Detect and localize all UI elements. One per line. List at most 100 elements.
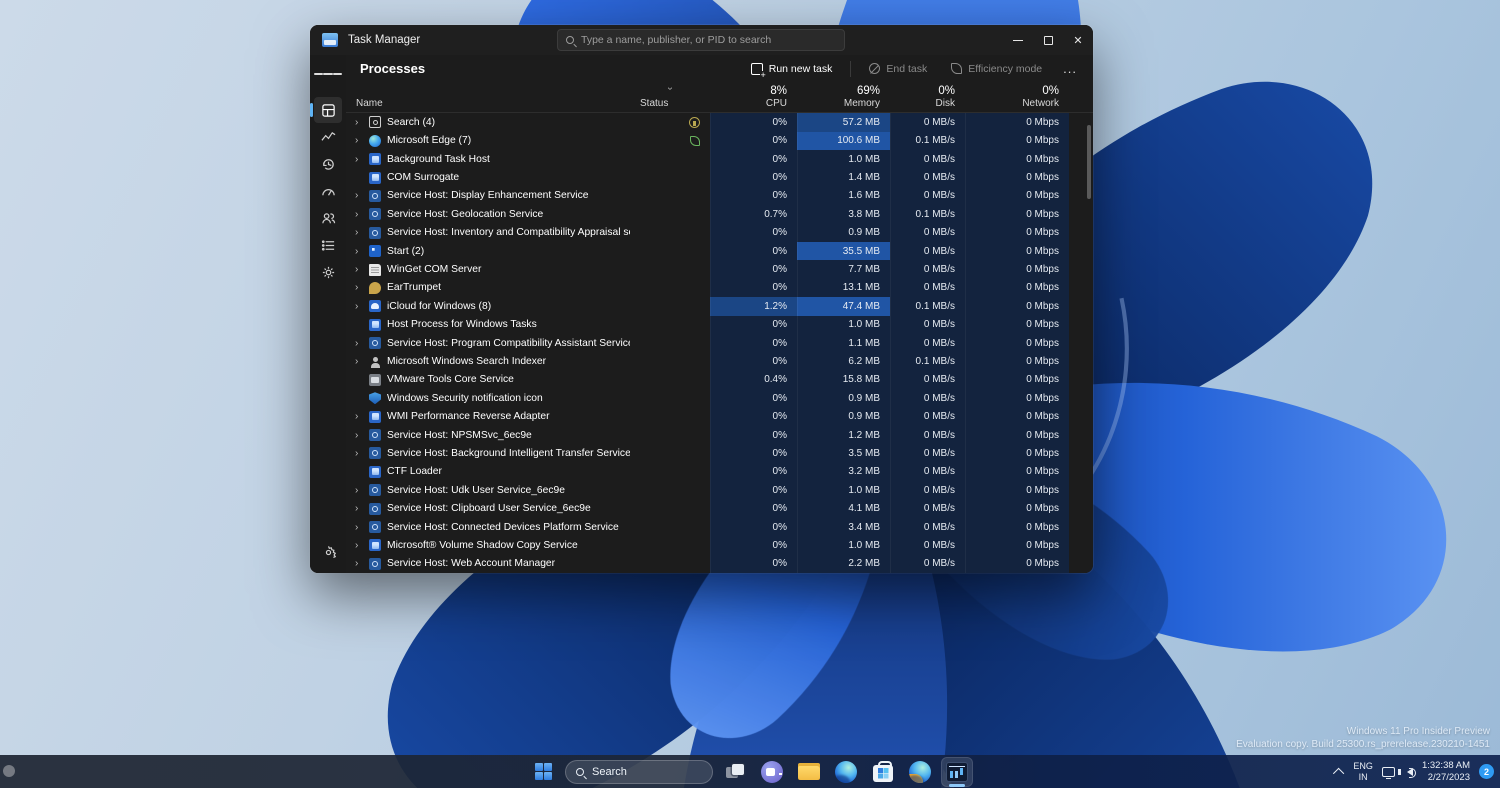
table-row[interactable]: › Service Host: NPSMSvc_6ec9e 0% 1.2 MB …: [346, 426, 1093, 444]
network-cell: 0 Mbps: [965, 224, 1069, 242]
column-header-name[interactable]: Name: [346, 82, 630, 112]
table-row[interactable]: › CTF Loader 0% 3.2 MB 0 MB/s 0 Mbps: [346, 463, 1093, 481]
expand-chevron-icon[interactable]: ›: [355, 485, 363, 496]
network-icon[interactable]: [1382, 767, 1395, 777]
column-header-memory[interactable]: 69% Memory: [797, 82, 890, 112]
table-row[interactable]: › WMI Performance Reverse Adapter 0% 0.9…: [346, 407, 1093, 425]
edge-canary-button[interactable]: [905, 758, 935, 786]
column-header-status[interactable]: › Status: [630, 82, 710, 112]
task-view-button[interactable]: [720, 758, 750, 786]
more-options-button[interactable]: ...: [1057, 61, 1083, 76]
chat-button[interactable]: [757, 758, 787, 786]
table-row[interactable]: › Microsoft Windows Search Indexer 0% 6.…: [346, 352, 1093, 370]
table-row[interactable]: › EarTrumpet 0% 13.1 MB 0 MB/s 0 Mbps: [346, 279, 1093, 297]
table-row[interactable]: › COM Surrogate 0% 1.4 MB 0 MB/s 0 Mbps: [346, 168, 1093, 186]
chevron-down-icon[interactable]: ›: [665, 87, 676, 90]
table-row[interactable]: › iCloud for Windows (8) 1.2% 47.4 MB 0.…: [346, 297, 1093, 315]
expand-chevron-icon[interactable]: ›: [355, 503, 363, 514]
expand-chevron-icon[interactable]: ›: [355, 154, 363, 165]
status-cell: [630, 426, 710, 444]
expand-chevron-icon[interactable]: ›: [355, 448, 363, 459]
status-cell: [630, 260, 710, 278]
table-row[interactable]: › Service Host: Clipboard User Service_6…: [346, 499, 1093, 517]
menu-icon[interactable]: [314, 61, 342, 87]
table-row[interactable]: › Background Task Host 0% 1.0 MB 0 MB/s …: [346, 150, 1093, 168]
sidebar-item-settings[interactable]: [314, 539, 342, 565]
process-name: WMI Performance Reverse Adapter: [387, 411, 550, 422]
table-row[interactable]: › Service Host: Background Intelligent T…: [346, 444, 1093, 462]
expand-chevron-icon[interactable]: ›: [355, 282, 363, 293]
widgets-icon[interactable]: [3, 765, 15, 777]
expand-chevron-icon[interactable]: ›: [355, 411, 363, 422]
table-row[interactable]: › WinGet COM Server 0% 7.7 MB 0 MB/s 0 M…: [346, 260, 1093, 278]
expand-chevron-icon[interactable]: ›: [355, 209, 363, 220]
sidebar-item-app-history[interactable]: [314, 151, 342, 177]
memory-cell: 57.2 MB: [797, 113, 890, 131]
table-row[interactable]: › Service Host: Geolocation Service 0.7%…: [346, 205, 1093, 223]
process-name: Windows Security notification icon: [387, 393, 543, 404]
minimize-button[interactable]: [1003, 25, 1033, 55]
taskbar-search[interactable]: Search: [565, 760, 713, 784]
titlebar[interactable]: Task Manager ✕: [310, 25, 1093, 55]
expand-chevron-icon[interactable]: ›: [355, 338, 363, 349]
notification-badge[interactable]: 2: [1479, 764, 1494, 779]
expand-chevron-icon[interactable]: ›: [355, 540, 363, 551]
sidebar-item-users[interactable]: [314, 205, 342, 231]
process-name: Service Host: Program Compatibility Assi…: [387, 338, 630, 349]
table-row[interactable]: › Start (2) 0% 35.5 MB 0 MB/s 0 Mbps: [346, 242, 1093, 260]
table-row[interactable]: › Service Host: Web Account Manager 0% 2…: [346, 555, 1093, 573]
process-search-input[interactable]: [581, 34, 836, 46]
store-button[interactable]: [868, 758, 898, 786]
volume-icon[interactable]: [1404, 768, 1413, 776]
start-button[interactable]: [528, 758, 558, 786]
sidebar-item-startup-apps[interactable]: [314, 178, 342, 204]
column-header-disk[interactable]: 0% Disk: [890, 82, 965, 112]
end-task-button[interactable]: End task: [860, 59, 936, 79]
language-indicator[interactable]: ENG IN: [1353, 761, 1373, 782]
network-cell: 0 Mbps: [965, 205, 1069, 223]
table-row[interactable]: › Microsoft Edge (7) 0% 100.6 MB 0.1 MB/…: [346, 132, 1093, 150]
expand-chevron-icon[interactable]: ›: [355, 246, 363, 257]
window-icon: [369, 172, 381, 184]
expand-chevron-icon[interactable]: ›: [355, 117, 363, 128]
table-row[interactable]: › Host Process for Windows Tasks 0% 1.0 …: [346, 316, 1093, 334]
expand-chevron-icon[interactable]: ›: [355, 135, 363, 146]
edge-button[interactable]: [831, 758, 861, 786]
scrollbar-thumb[interactable]: [1087, 125, 1091, 199]
expand-chevron-icon[interactable]: ›: [355, 522, 363, 533]
column-header-network[interactable]: 0% Network: [965, 82, 1069, 112]
table-row[interactable]: › VMware Tools Core Service 0.4% 15.8 MB…: [346, 371, 1093, 389]
status-cell: [630, 113, 710, 131]
table-row[interactable]: › Service Host: Udk User Service_6ec9e 0…: [346, 481, 1093, 499]
expand-chevron-icon[interactable]: ›: [355, 227, 363, 238]
table-row[interactable]: › Windows Security notification icon 0% …: [346, 389, 1093, 407]
expand-chevron-icon[interactable]: ›: [355, 356, 363, 367]
scrollbar[interactable]: [1087, 97, 1091, 567]
table-row[interactable]: › Service Host: Inventory and Compatibil…: [346, 224, 1093, 242]
expand-chevron-icon[interactable]: ›: [355, 430, 363, 441]
clock[interactable]: 1:32:38 AM 2/27/2023: [1422, 760, 1470, 784]
sidebar-item-details[interactable]: [314, 232, 342, 258]
table-row[interactable]: › Microsoft® Volume Shadow Copy Service …: [346, 536, 1093, 554]
sidebar-item-performance[interactable]: [314, 124, 342, 150]
sidebar-item-services[interactable]: [314, 259, 342, 285]
table-row[interactable]: › Service Host: Display Enhancement Serv…: [346, 187, 1093, 205]
close-button[interactable]: ✕: [1063, 25, 1093, 55]
process-search-box[interactable]: [557, 29, 845, 51]
maximize-button[interactable]: [1033, 25, 1063, 55]
expand-chevron-icon[interactable]: ›: [355, 190, 363, 201]
table-row[interactable]: › Service Host: Connected Devices Platfo…: [346, 518, 1093, 536]
process-name: Start (2): [387, 246, 424, 257]
table-row[interactable]: › Service Host: Program Compatibility As…: [346, 334, 1093, 352]
run-new-task-button[interactable]: Run new task: [742, 59, 842, 79]
task-manager-taskbar-button[interactable]: [942, 758, 972, 786]
sidebar-item-processes[interactable]: [314, 97, 342, 123]
column-header-cpu[interactable]: 8% CPU: [710, 82, 797, 112]
expand-chevron-icon[interactable]: ›: [355, 264, 363, 275]
efficiency-mode-button[interactable]: Efficiency mode: [942, 59, 1051, 79]
expand-chevron-icon[interactable]: ›: [355, 558, 363, 569]
expand-chevron-icon[interactable]: ›: [355, 301, 363, 312]
table-row[interactable]: › Search (4) 0% 57.2 MB 0 MB/s 0 Mbps: [346, 113, 1093, 131]
tray-overflow-chevron-icon[interactable]: [1333, 767, 1344, 778]
file-explorer-button[interactable]: [794, 758, 824, 786]
